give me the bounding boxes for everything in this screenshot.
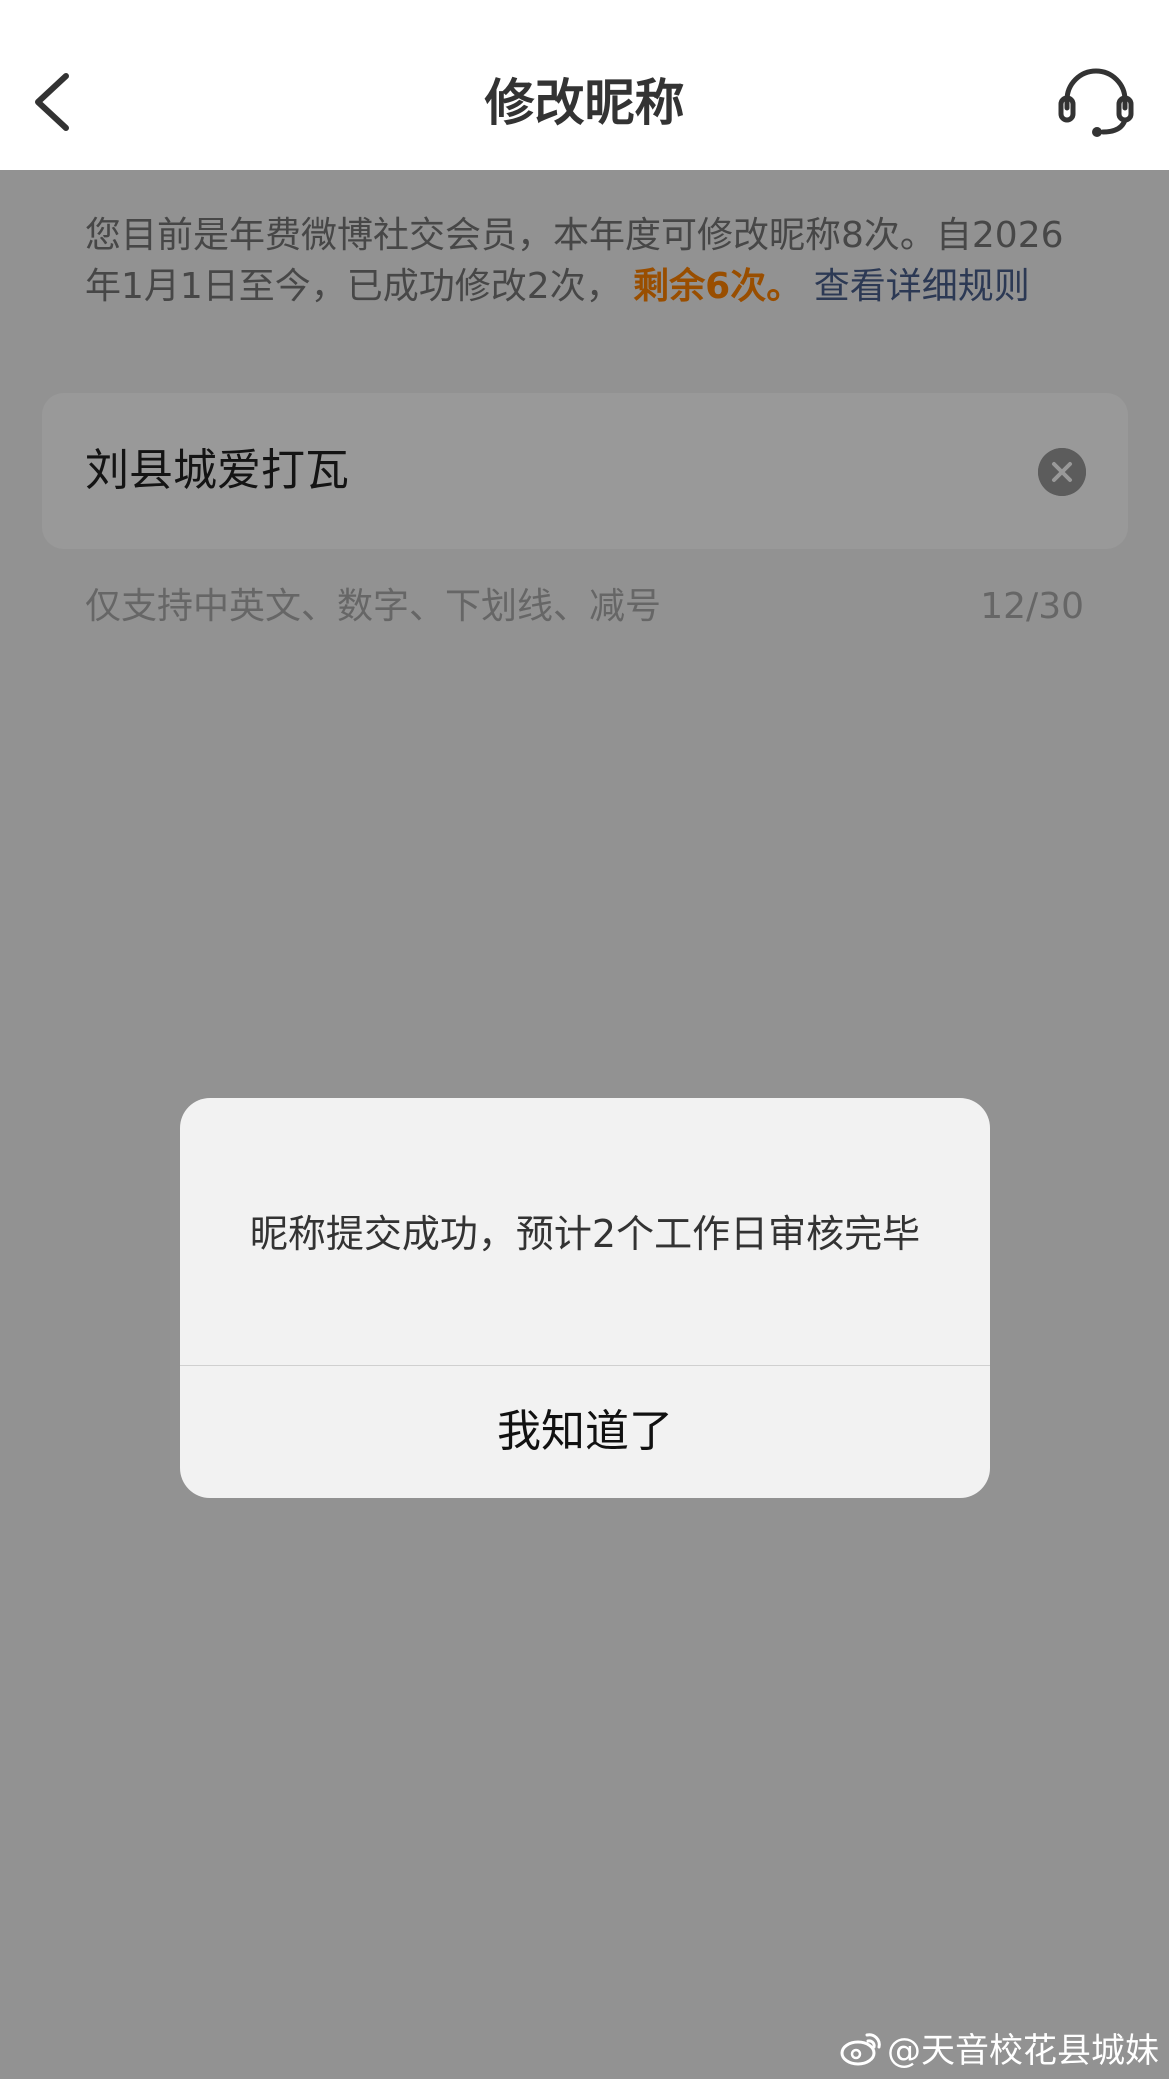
edit-nickname-page: 修改昵称 您目前是年费微博社交会员，本年度可修改昵称8次。自2026年1月1日至… — [0, 0, 1169, 2079]
page-title: 修改昵称 — [484, 74, 685, 132]
watermark-text: @天音校花县城妹 — [887, 2030, 1159, 2071]
dialog-message: 昵称提交成功，预计2个工作日审核完毕 — [249, 1212, 921, 1256]
headset-icon — [1058, 68, 1134, 137]
weibo-logo-icon — [840, 2033, 881, 2066]
alert-dialog: 昵称提交成功，预计2个工作日审核完毕 我知道了 — [180, 1098, 990, 1498]
got-it-button[interactable]: 我知道了 — [180, 1366, 990, 1498]
watermark: @天音校花县城妹 — [839, 2021, 1159, 2073]
nav-header: 修改昵称 — [0, 0, 1169, 170]
customer-service-button[interactable] — [1055, 62, 1137, 142]
